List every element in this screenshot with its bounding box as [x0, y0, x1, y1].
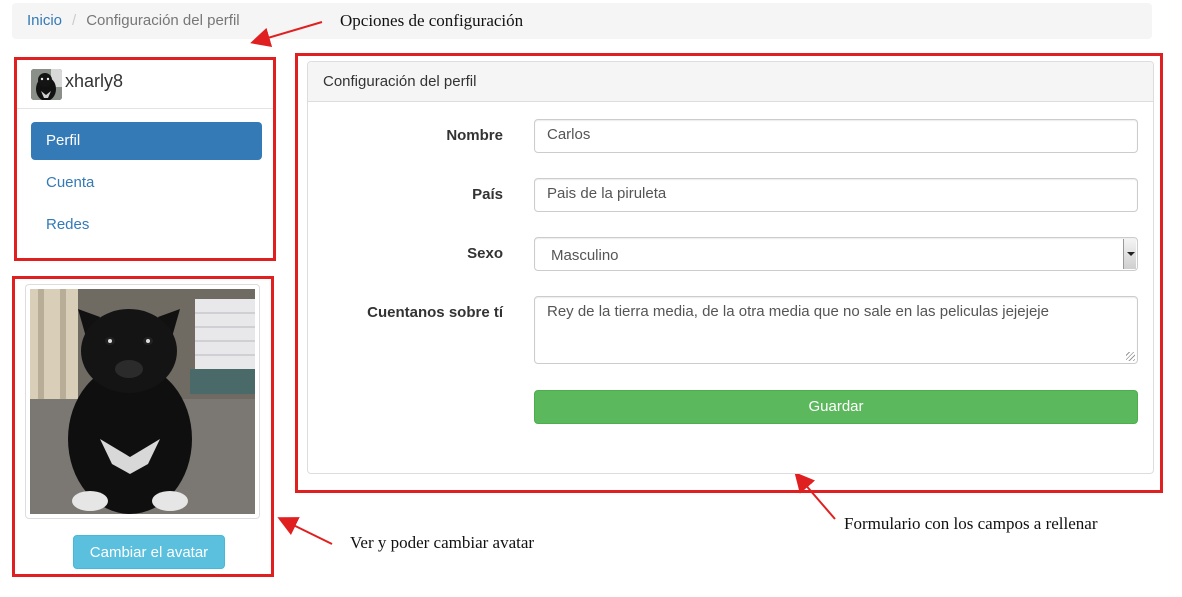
name-label: Nombre	[446, 127, 503, 144]
annotation-options: Opciones de configuración	[340, 11, 524, 30]
sex-label: Sexo	[467, 245, 503, 262]
arrow-options	[250, 21, 323, 48]
sex-select[interactable]: Masculino	[534, 237, 1138, 271]
username: xharly8	[65, 71, 124, 91]
save-button[interactable]: Guardar	[534, 390, 1138, 424]
chevron-down-icon[interactable]	[1123, 239, 1136, 269]
sex-select-value: Masculino	[551, 247, 619, 264]
nav-item-perfil[interactable]: Perfil	[31, 122, 262, 160]
profile-header: xharly8	[17, 60, 273, 109]
annotation-avatar: Ver y poder cambiar avatar	[350, 533, 535, 552]
arrow-avatar	[277, 517, 333, 545]
annotation-form: Formulario con los campos a rellenar	[844, 514, 1098, 533]
country-label: País	[472, 186, 503, 203]
name-input[interactable]: Carlos	[534, 119, 1138, 153]
dog-thumbnail-icon	[31, 69, 62, 100]
country-input[interactable]: Pais de la piruleta	[534, 178, 1138, 212]
avatar-panel: Cambiar el avatar	[12, 276, 274, 577]
avatar[interactable]	[31, 69, 62, 100]
resize-handle-icon[interactable]	[1126, 352, 1135, 361]
nav-item-cuenta[interactable]: Cuenta	[31, 164, 262, 202]
about-label: Cuentanos sobre tí	[367, 304, 503, 321]
profile-settings-panel: Configuración del perfil Nombre Carlos P…	[307, 61, 1154, 474]
avatar-image-frame	[25, 284, 260, 519]
form-highlight-box: Configuración del perfil Nombre Carlos P…	[295, 53, 1163, 493]
panel-heading: Configuración del perfil	[308, 62, 1153, 102]
about-textarea-value: Rey de la tierra media, de la otra media…	[547, 303, 1049, 320]
nav-item-redes[interactable]: Redes	[31, 206, 262, 244]
profile-menu-panel: xharly8 Perfil Cuenta Redes	[14, 57, 276, 261]
about-textarea[interactable]: Rey de la tierra media, de la otra media…	[534, 296, 1138, 364]
dog-avatar-image	[30, 289, 255, 514]
change-avatar-button[interactable]: Cambiar el avatar	[73, 535, 225, 569]
